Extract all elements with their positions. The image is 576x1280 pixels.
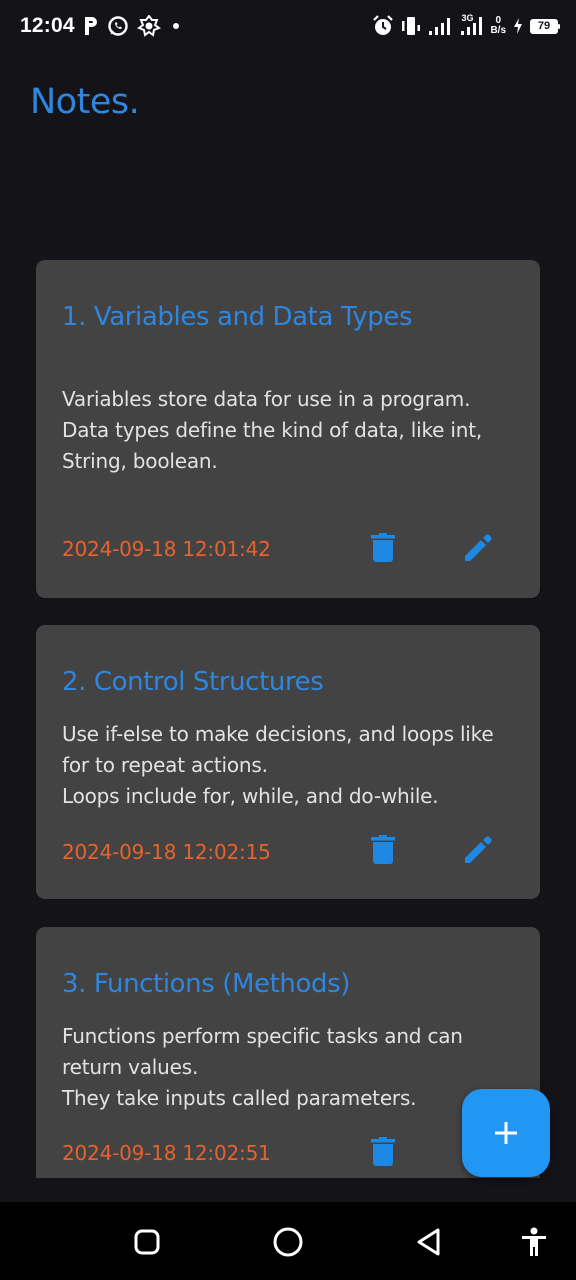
navigation-bar: [0, 1202, 576, 1280]
status-left: 12:04: [20, 14, 183, 38]
note-date: 2024-09-18 12:02:51: [62, 1141, 271, 1165]
home-button[interactable]: [270, 1224, 306, 1260]
note-title: 2. Control Structures: [62, 667, 324, 697]
note-body: Functions perform specific tasks and can…: [62, 1024, 463, 1110]
edit-button[interactable]: [460, 530, 496, 566]
net-speed-unit: B/s: [490, 25, 506, 36]
recent-apps-button[interactable]: [129, 1224, 165, 1260]
pencil-icon: [465, 534, 492, 561]
accessibility-button[interactable]: [516, 1224, 552, 1260]
home-icon: [273, 1227, 303, 1257]
trash-icon: [371, 1137, 395, 1166]
parking-icon: [83, 16, 99, 36]
app-notification-icon: [136, 15, 161, 37]
battery-level: 79: [537, 19, 551, 32]
notes-list[interactable]: 1. Variables and Data Types Variables st…: [36, 260, 540, 1178]
accessibility-icon: [522, 1227, 546, 1256]
note-card[interactable]: 2. Control Structures Use if-else to mak…: [36, 625, 540, 899]
signal-3g-icon: 3G: [460, 13, 484, 36]
trash-icon: [371, 835, 395, 864]
back-button[interactable]: [411, 1224, 447, 1260]
status-bar: 12:04 3G 0 B/s 79: [0, 0, 576, 52]
note-title: 1. Variables and Data Types: [62, 302, 413, 332]
status-time: 12:04: [20, 14, 75, 37]
plus-icon: [495, 1122, 517, 1144]
note-body: Variables store data for use in a progra…: [62, 387, 483, 473]
note-date: 2024-09-18 12:01:42: [62, 537, 271, 561]
alarm-icon: [372, 15, 394, 37]
pencil-icon: [465, 836, 492, 863]
signal-icon: [428, 17, 454, 35]
note-date: 2024-09-18 12:02:15: [62, 840, 271, 864]
delete-button[interactable]: [365, 1134, 401, 1170]
status-right: 3G 0 B/s 79: [372, 13, 560, 37]
delete-button[interactable]: [365, 832, 401, 868]
add-note-button[interactable]: [462, 1089, 550, 1177]
note-body: Use if-else to make decisions, and loops…: [62, 722, 494, 808]
vibrate-icon: [400, 16, 422, 36]
note-card[interactable]: 1. Variables and Data Types Variables st…: [36, 260, 540, 598]
back-icon: [417, 1228, 440, 1256]
charging-icon: [512, 17, 524, 35]
whatsapp-icon: [107, 15, 129, 37]
delete-button[interactable]: [365, 530, 401, 566]
edit-button[interactable]: [460, 832, 496, 868]
net-speed: 0 B/s: [490, 16, 506, 36]
network-type-label: 3G: [461, 13, 474, 23]
note-title: 3. Functions (Methods): [62, 969, 351, 999]
dot-icon: [169, 19, 183, 33]
recent-apps-icon: [134, 1229, 160, 1255]
trash-icon: [371, 533, 395, 562]
battery-icon: 79: [530, 18, 560, 34]
page-title: Notes.: [30, 82, 140, 122]
